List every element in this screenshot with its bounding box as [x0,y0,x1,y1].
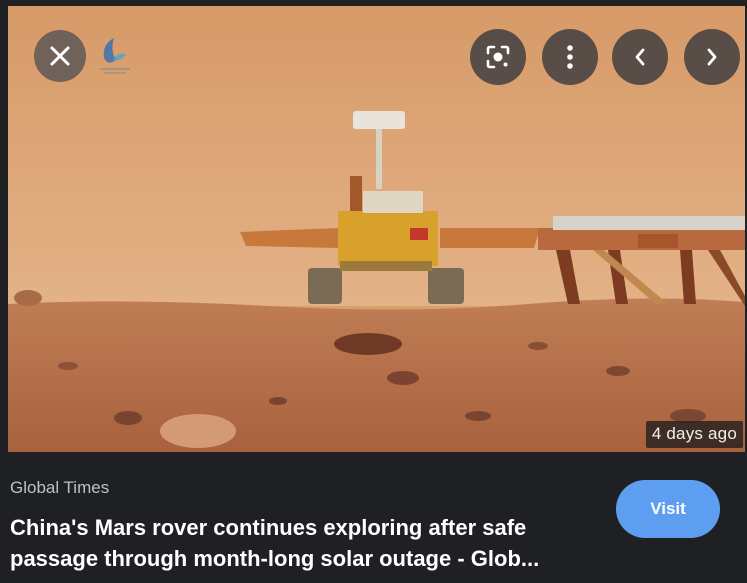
chevron-left-icon [635,48,645,66]
mars-rover-image[interactable]: 4 days ago [8,6,745,452]
chevron-right-icon [707,48,717,66]
google-lens-icon [486,45,510,69]
next-image-button[interactable] [684,29,740,85]
result-title[interactable]: China's Mars rover continues exploring a… [10,512,600,574]
time-ago-badge: 4 days ago [645,421,743,448]
source-name[interactable]: Global Times [10,478,109,498]
result-info: Global Times China's Mars rover continue… [0,452,747,583]
close-icon [50,46,70,66]
visit-button[interactable]: Visit [616,480,720,538]
previous-image-button[interactable] [612,29,668,85]
global-times-logo-icon [100,38,130,74]
more-options-button[interactable] [542,29,598,85]
image-preview-panel: 4 days ago Global Times China's Mars rov… [0,0,747,583]
more-vert-icon [567,45,573,69]
close-button[interactable] [34,30,86,82]
google-lens-button[interactable] [470,29,526,85]
